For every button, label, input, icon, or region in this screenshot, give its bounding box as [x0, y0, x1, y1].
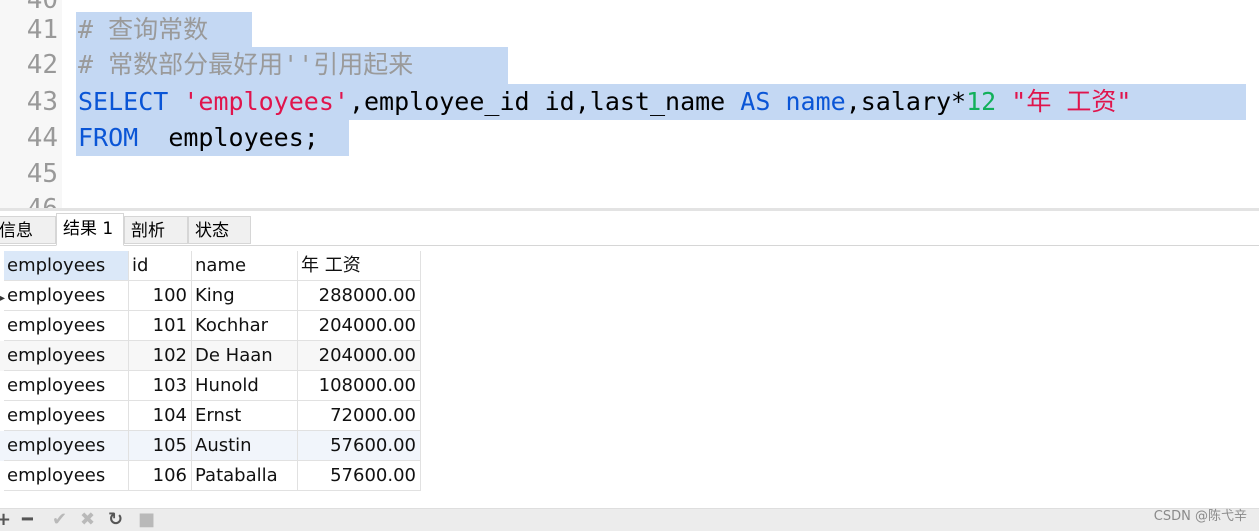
- table-row[interactable]: employees 102 De Haan 204000.00: [0, 341, 421, 371]
- cell-salary[interactable]: 288000.00: [298, 281, 421, 311]
- cell-name[interactable]: De Haan: [192, 341, 298, 371]
- cell-name[interactable]: Hunold: [192, 371, 298, 401]
- string-token: "年 工资": [1011, 87, 1132, 116]
- watermark: CSDN @陈弋辛: [1153, 509, 1247, 524]
- keyword-token: name: [785, 87, 846, 116]
- cell-id[interactable]: 102: [129, 341, 192, 371]
- code-line-comment: # 查询常数: [78, 15, 209, 44]
- result-tabs: 信息 结果 1 剖析 状态: [0, 211, 1259, 246]
- table-row[interactable]: employees 103 Hunold 108000.00: [0, 371, 421, 401]
- cell-id[interactable]: 103: [129, 371, 192, 401]
- x-icon[interactable]: ✖: [80, 509, 95, 531]
- sql-editor[interactable]: 40 41 42 43 44 45 46 # 查询常数 # 常数部分最好用''引…: [0, 0, 1259, 210]
- code-token: ,salary*: [845, 87, 967, 116]
- cell-name[interactable]: Pataballa: [192, 461, 298, 491]
- code-token: employees;: [138, 123, 319, 152]
- cell-name[interactable]: Kochhar: [192, 311, 298, 341]
- cell-employees[interactable]: employees: [4, 461, 129, 491]
- stop-icon[interactable]: ■: [138, 509, 155, 531]
- column-header-id[interactable]: id: [129, 251, 192, 281]
- table-row[interactable]: employees 104 Ernst 72000.00: [0, 401, 421, 431]
- tab-label: 信息: [0, 221, 33, 241]
- cell-employees[interactable]: employees: [4, 431, 129, 461]
- column-header-name[interactable]: name: [192, 251, 298, 281]
- line-number: 44: [26, 123, 58, 153]
- tab-result-1[interactable]: 结果 1: [56, 213, 124, 246]
- refresh-icon[interactable]: ↻: [108, 509, 123, 531]
- cell-employees[interactable]: employees: [4, 311, 129, 341]
- table-row[interactable]: ▸ employees 100 King 288000.00: [0, 281, 421, 311]
- line-number: 45: [26, 159, 58, 189]
- code-line-select: SELECT 'employees',employee_id id,last_n…: [78, 84, 1131, 120]
- cell-salary[interactable]: 204000.00: [298, 311, 421, 341]
- cell-salary[interactable]: 57600.00: [298, 461, 421, 491]
- cell-employees[interactable]: employees: [4, 281, 129, 311]
- cell-employees[interactable]: employees: [4, 371, 129, 401]
- cell-id[interactable]: 101: [129, 311, 192, 341]
- grid-toolbar: + ━ ✔ ✖ ↻ ■: [0, 508, 1259, 531]
- tab-profile[interactable]: 剖析: [124, 216, 188, 244]
- check-icon[interactable]: ✔: [52, 509, 67, 531]
- keyword-token: FROM: [78, 123, 139, 152]
- grid-header-row: employees id name 年 工资: [0, 251, 421, 281]
- number-token: 12: [966, 87, 997, 116]
- keyword-token: AS: [740, 87, 771, 116]
- cell-id[interactable]: 100: [129, 281, 192, 311]
- tab-label: 结果 1: [63, 219, 114, 239]
- column-header-annual-salary[interactable]: 年 工资: [298, 251, 421, 281]
- cell-salary[interactable]: 72000.00: [298, 401, 421, 431]
- cell-employees[interactable]: employees: [4, 341, 129, 371]
- code-line-comment: # 常数部分最好用''引用起来: [78, 50, 414, 79]
- cell-salary[interactable]: 57600.00: [298, 431, 421, 461]
- tab-label: 剖析: [131, 221, 165, 241]
- cell-name[interactable]: King: [192, 281, 298, 311]
- table-row[interactable]: employees 106 Pataballa 57600.00: [0, 461, 421, 491]
- cell-salary[interactable]: 204000.00: [298, 341, 421, 371]
- tab-label: 状态: [195, 221, 229, 241]
- column-header-employees[interactable]: employees: [4, 251, 129, 281]
- tab-info[interactable]: 信息: [0, 216, 56, 244]
- line-number: 41: [26, 15, 58, 45]
- cell-id[interactable]: 104: [129, 401, 192, 431]
- string-token: 'employees': [183, 87, 349, 116]
- cell-name[interactable]: Ernst: [192, 401, 298, 431]
- line-number-gutter: 40 41 42 43 44 45 46: [0, 0, 62, 210]
- line-number: 42: [26, 50, 58, 80]
- cell-employees[interactable]: employees: [4, 401, 129, 431]
- keyword-token: SELECT: [78, 87, 169, 116]
- tab-status[interactable]: 状态: [188, 216, 251, 244]
- code-line-from: FROM employees;: [78, 120, 319, 156]
- table-row[interactable]: employees 105 Austin 57600.00: [0, 431, 421, 461]
- plus-icon[interactable]: +: [0, 509, 11, 531]
- cell-id[interactable]: 105: [129, 431, 192, 461]
- line-number: 43: [26, 87, 58, 117]
- minus-icon[interactable]: ━: [22, 509, 33, 531]
- cell-id[interactable]: 106: [129, 461, 192, 491]
- table-row[interactable]: employees 101 Kochhar 204000.00: [0, 311, 421, 341]
- code-token: ,employee_id id,last_name: [348, 87, 741, 116]
- cell-salary[interactable]: 108000.00: [298, 371, 421, 401]
- cell-name[interactable]: Austin: [192, 431, 298, 461]
